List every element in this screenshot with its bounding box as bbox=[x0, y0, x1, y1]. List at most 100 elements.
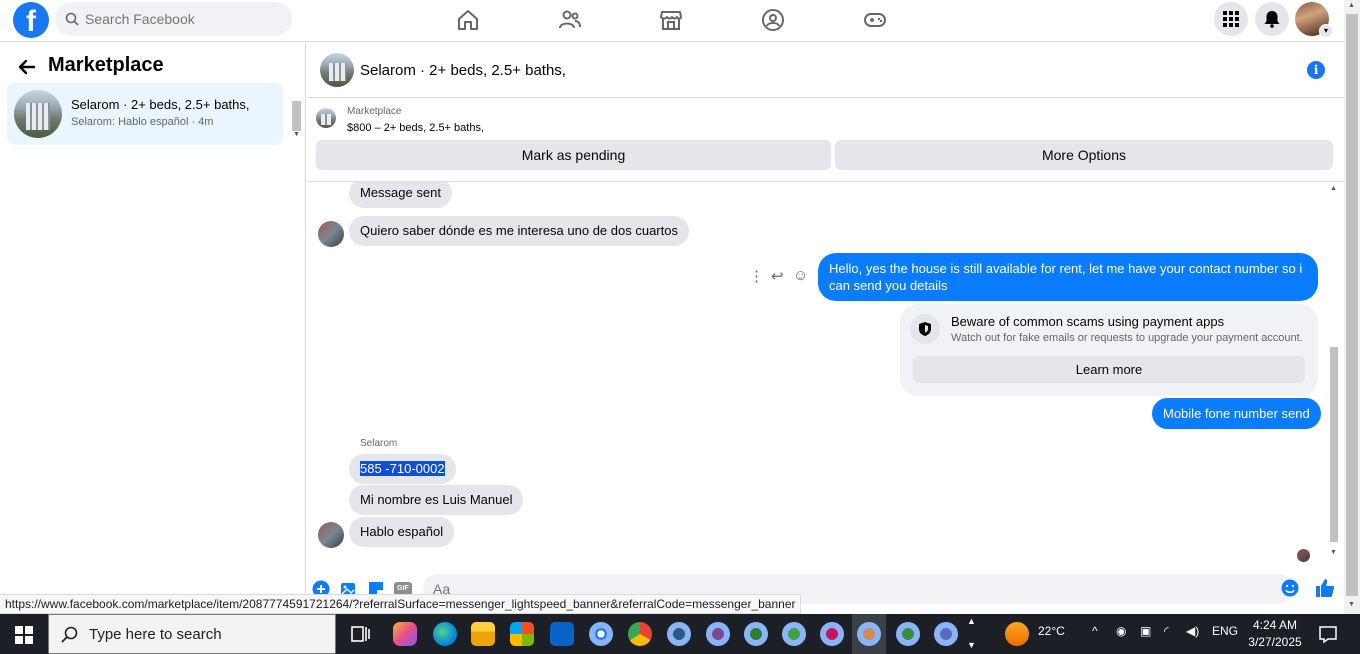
incoming-message[interactable]: Message sent bbox=[349, 182, 452, 208]
emoji-react-icon[interactable]: ☺ bbox=[793, 267, 808, 284]
sender-avatar[interactable] bbox=[318, 221, 344, 247]
language-indicator[interactable]: ENG bbox=[1212, 624, 1238, 638]
info-icon[interactable]: i bbox=[1307, 61, 1325, 79]
page-scroll-up-icon[interactable]: ▲ bbox=[1348, 2, 1355, 9]
incoming-message[interactable]: Quiero saber dónde es me interesa uno de… bbox=[349, 216, 689, 246]
search-icon bbox=[65, 12, 79, 26]
outgoing-message[interactable]: Mobile fone number send bbox=[1152, 398, 1321, 429]
outgoing-message-text: Mobile fone number send bbox=[1163, 406, 1310, 421]
home-icon[interactable] bbox=[456, 8, 480, 32]
sender-name: Selarom bbox=[360, 438, 398, 449]
mark-as-pending-button[interactable]: Mark as pending bbox=[316, 140, 831, 170]
chat-title[interactable]: Selarom · 2+ beds, 2.5+ baths, bbox=[360, 62, 566, 79]
notification-center-icon[interactable] bbox=[1316, 622, 1340, 646]
chrome-icon[interactable] bbox=[628, 622, 652, 646]
friends-icon[interactable] bbox=[558, 8, 582, 32]
chrome-profile-icon-active[interactable] bbox=[857, 622, 881, 646]
message-actions: ⋮ ↩ ☺ bbox=[749, 267, 811, 285]
taskbar-search[interactable]: Type here to search bbox=[48, 614, 336, 654]
record-icon[interactable]: ◉ bbox=[1116, 624, 1126, 638]
chrome-profile-icon-4[interactable] bbox=[744, 622, 768, 646]
listing-price[interactable]: $800 – 2+ beds, 2.5+ baths, bbox=[347, 122, 484, 134]
windows-start-icon[interactable] bbox=[15, 626, 33, 644]
task-view-icon[interactable] bbox=[349, 622, 373, 646]
volume-icon[interactable]: ◀) bbox=[1186, 624, 1199, 638]
copilot-icon[interactable] bbox=[393, 622, 417, 646]
taskbar-scroll-down-icon[interactable]: ▼ bbox=[967, 640, 976, 650]
emoji-icon[interactable] bbox=[1281, 579, 1299, 597]
top-navigation-bar: f ▾ bbox=[0, 0, 1344, 42]
thumbs-up-icon[interactable] bbox=[1315, 578, 1335, 598]
chrome-profile-icon-5[interactable] bbox=[782, 622, 806, 646]
chevron-up-icon[interactable]: ^ bbox=[1092, 624, 1098, 638]
profile-avatar[interactable]: ▾ bbox=[1295, 2, 1333, 38]
incoming-message[interactable]: Mi nombre es Luis Manuel bbox=[349, 485, 524, 515]
taskbar-scroll-up-icon[interactable]: ▲ bbox=[967, 616, 976, 626]
message-thread: Message sent Quiero saber dónde es me in… bbox=[307, 182, 1327, 572]
windows-taskbar: Type here to search ▲ ▼ 22°C ^ ◉ ▣ ◜ ◀) … bbox=[0, 614, 1360, 654]
page-scroll-down-icon[interactable]: ▼ bbox=[1348, 601, 1355, 608]
microsoft-store-icon[interactable] bbox=[510, 622, 534, 646]
menu-button[interactable] bbox=[1214, 2, 1248, 36]
conversation-item[interactable]: Selarom · 2+ beds, 2.5+ baths, Selarom: … bbox=[7, 83, 283, 145]
listing-small-thumbnail[interactable] bbox=[316, 108, 336, 128]
outgoing-message[interactable]: Hello, yes the house is still available … bbox=[818, 253, 1318, 301]
listing-bar: Marketplace $800 – 2+ beds, 2.5+ baths, … bbox=[307, 98, 1344, 182]
chrome-profile-icon-7[interactable] bbox=[896, 622, 920, 646]
search-icon bbox=[61, 626, 78, 643]
network-icon[interactable]: ◜ bbox=[1164, 624, 1169, 638]
scroll-up-arrow-icon[interactable]: ▲ bbox=[1330, 185, 1337, 192]
bell-icon bbox=[1264, 11, 1280, 28]
conversation-name: Selarom · 2+ beds, 2.5+ baths, bbox=[71, 97, 250, 112]
grid-menu-icon bbox=[1223, 11, 1239, 27]
phone-number-selected[interactable]: 585 -710-0002 bbox=[360, 461, 445, 476]
left-scrollbar-thumb[interactable] bbox=[292, 101, 301, 131]
conversation-preview: Selarom: Hablo español · 4m bbox=[71, 116, 214, 128]
facebook-logo[interactable]: f bbox=[13, 2, 49, 38]
sender-avatar[interactable] bbox=[318, 522, 344, 548]
scam-warning-card: Beware of common scams using payment app… bbox=[900, 304, 1318, 396]
groups-icon[interactable] bbox=[761, 8, 785, 32]
chat-scrollbar[interactable]: ▲ ▼ bbox=[1327, 182, 1341, 562]
chrome-profile-icon-3[interactable] bbox=[706, 622, 730, 646]
marketplace-icon[interactable] bbox=[659, 8, 683, 32]
taskbar-search-placeholder: Type here to search bbox=[89, 626, 222, 643]
file-explorer-icon[interactable] bbox=[471, 622, 495, 646]
chrome-profile-icon[interactable] bbox=[589, 622, 613, 646]
more-options-button[interactable]: More Options bbox=[835, 140, 1333, 170]
chat-scrollbar-thumb[interactable] bbox=[1330, 347, 1338, 542]
incoming-message[interactable]: Hablo español bbox=[349, 517, 455, 547]
learn-more-button[interactable]: Learn more bbox=[913, 356, 1305, 383]
back-arrow-icon[interactable] bbox=[17, 57, 37, 77]
meet-now-icon[interactable]: ▣ bbox=[1140, 624, 1151, 638]
clock[interactable]: 4:24 AM 3/27/2025 bbox=[1240, 617, 1310, 651]
chrome-profile-icon-8[interactable] bbox=[934, 622, 958, 646]
weather-icon[interactable] bbox=[1005, 622, 1029, 646]
clock-date: 3/27/2025 bbox=[1248, 635, 1302, 649]
scroll-down-arrow-icon[interactable]: ▼ bbox=[1330, 549, 1337, 556]
edge-browser-icon[interactable] bbox=[433, 622, 457, 646]
chat-header-thumbnail[interactable] bbox=[320, 53, 354, 87]
search-input[interactable] bbox=[85, 2, 285, 36]
scam-warning-title: Beware of common scams using payment app… bbox=[951, 314, 1225, 329]
notifications-button[interactable] bbox=[1255, 2, 1289, 36]
scroll-down-arrow-icon[interactable]: ▼ bbox=[293, 131, 300, 138]
left-scrollbar[interactable]: ▼ bbox=[290, 100, 304, 145]
page-scrollbar-thumb[interactable] bbox=[1346, 14, 1358, 596]
outlook-icon[interactable] bbox=[550, 622, 574, 646]
conversation-list-panel: Marketplace Selarom · 2+ beds, 2.5+ bath… bbox=[0, 43, 306, 593]
chrome-profile-icon-2[interactable] bbox=[667, 622, 691, 646]
seen-indicator-avatar bbox=[1297, 549, 1310, 562]
weather-temp[interactable]: 22°C bbox=[1038, 624, 1065, 638]
listing-source: Marketplace bbox=[347, 106, 402, 117]
listing-thumbnail bbox=[14, 90, 62, 138]
scam-warning-text: Watch out for fake emails or requests to… bbox=[951, 332, 1303, 344]
search-bar[interactable] bbox=[55, 2, 292, 36]
incoming-message[interactable]: 585 -710-0002 bbox=[349, 454, 456, 484]
more-dots-icon[interactable]: ⋮ bbox=[749, 267, 764, 285]
page-scrollbar[interactable]: ▲ ▼ bbox=[1344, 0, 1360, 614]
chrome-profile-icon-6[interactable] bbox=[820, 622, 844, 646]
shield-icon bbox=[910, 314, 940, 344]
gaming-icon[interactable] bbox=[863, 8, 887, 32]
reply-icon[interactable]: ↩ bbox=[771, 267, 784, 285]
